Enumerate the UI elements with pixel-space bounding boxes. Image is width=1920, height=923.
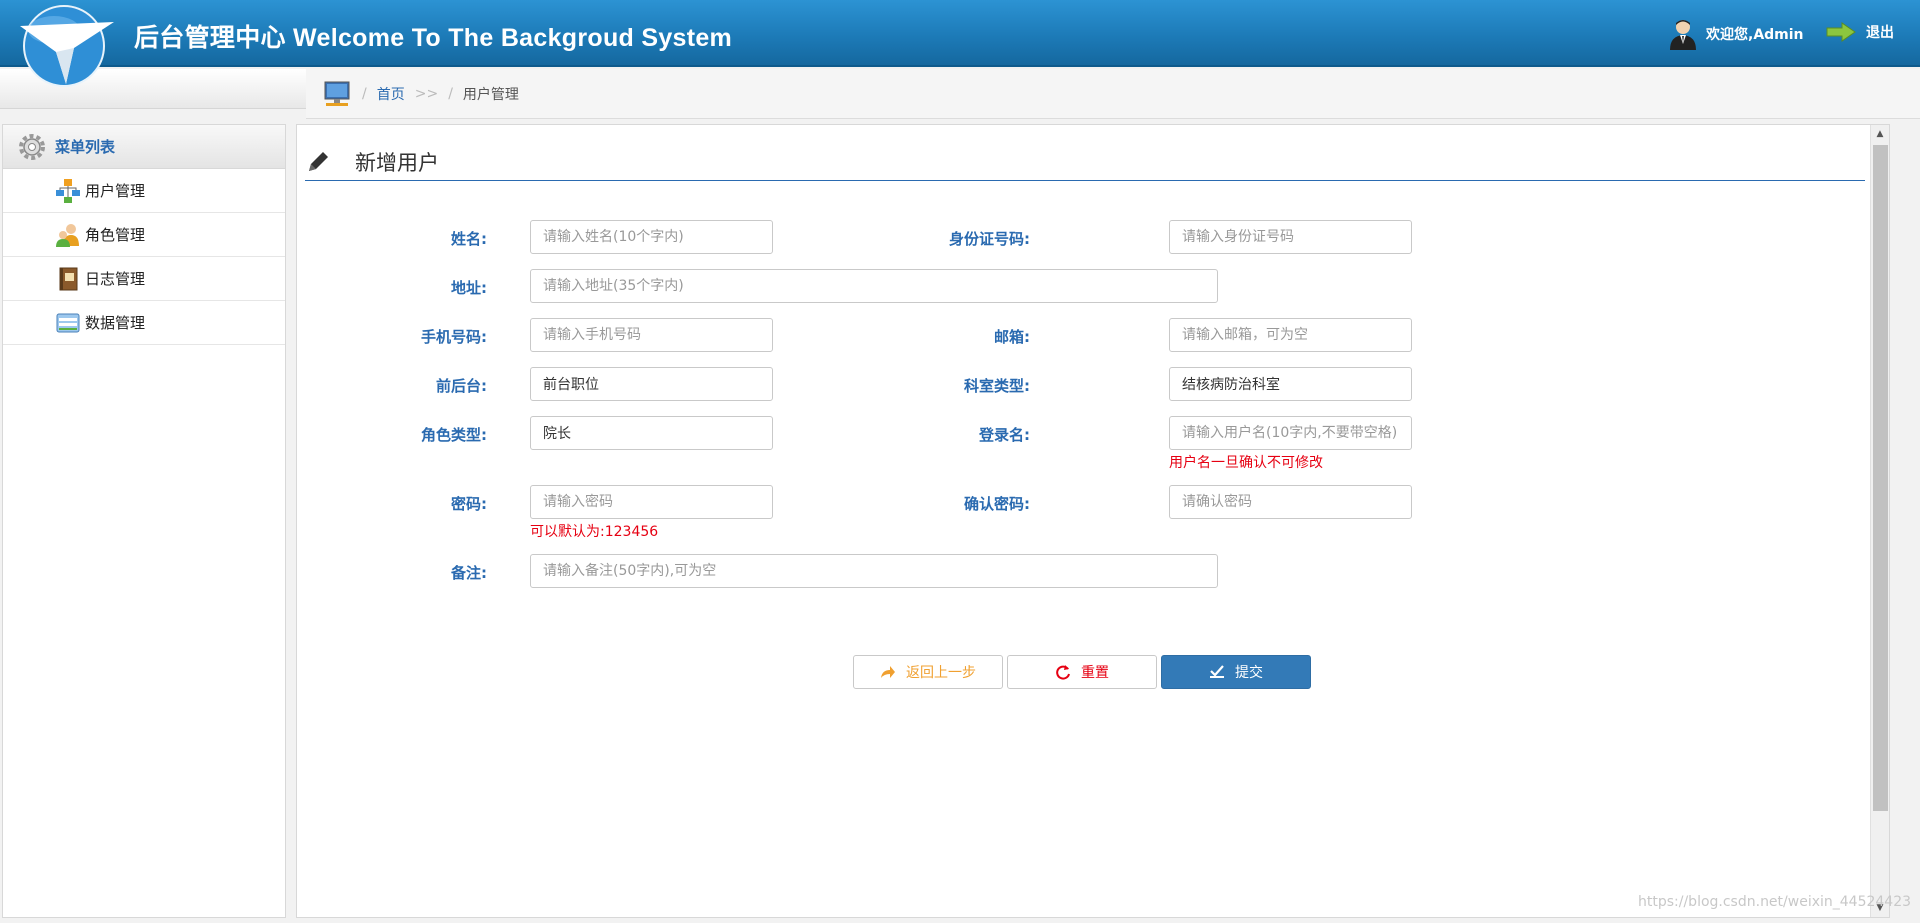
- breadcrumb: / 首页 >> / 用户管理: [306, 69, 1920, 119]
- menu-list-header[interactable]: 菜单列表: [3, 125, 285, 169]
- back-button[interactable]: 返回上一步: [853, 655, 1003, 689]
- breadcrumb-separator: /: [362, 85, 367, 102]
- id-card-label: 身份证号码:: [949, 230, 1030, 248]
- panel-title-bar: 新增用户: [305, 143, 1865, 181]
- computer-icon: [324, 81, 350, 106]
- form-title: 新增用户: [355, 150, 439, 175]
- role-manage-icon: [56, 223, 79, 247]
- sidebar-item-label: 用户管理: [85, 182, 146, 200]
- email-label: 邮箱:: [994, 328, 1030, 346]
- confirm-password-label: 确认密码:: [964, 495, 1030, 513]
- sidebar-item-data-management[interactable]: 数据管理: [3, 301, 285, 345]
- remark-input[interactable]: [530, 554, 1218, 588]
- arrow-right-icon: [1826, 22, 1856, 42]
- top-header: 后台管理中心 Welcome To The Backgroud System 欢…: [0, 0, 1920, 67]
- role-label: 角色类型:: [421, 426, 487, 444]
- breadcrumb-separator: /: [448, 85, 453, 102]
- role-input[interactable]: [530, 416, 773, 450]
- remark-label: 备注:: [451, 564, 487, 582]
- name-input[interactable]: [530, 220, 773, 254]
- password-input[interactable]: [530, 485, 773, 519]
- confirm-password-input[interactable]: [1169, 485, 1412, 519]
- phone-label: 手机号码:: [421, 328, 487, 346]
- department-label: 科室类型:: [964, 377, 1030, 395]
- submit-button-label: 提交: [1235, 665, 1263, 681]
- log-book-icon: [59, 267, 78, 290]
- user-info[interactable]: 欢迎您,Admin: [1668, 18, 1804, 50]
- address-input[interactable]: [530, 269, 1218, 303]
- admin-avatar-icon: [1670, 20, 1696, 50]
- watermark: https://blog.csdn.net/weixin_44524423: [1638, 894, 1912, 910]
- pencil-icon: [309, 151, 328, 171]
- data-manage-icon: [56, 313, 80, 332]
- vertical-scrollbar[interactable]: ▲ ▼: [1870, 125, 1889, 917]
- refresh-icon: [1056, 665, 1070, 680]
- sidebar-item-label: 角色管理: [85, 226, 146, 244]
- sidebar-item-role-management[interactable]: 角色管理: [3, 213, 285, 257]
- logo-icon: [20, 5, 114, 87]
- submit-button[interactable]: 提交: [1161, 655, 1311, 689]
- sidebar-item-label: 日志管理: [85, 270, 146, 288]
- password-hint: 可以默认为:123456: [530, 524, 659, 540]
- department-input[interactable]: [1169, 367, 1412, 401]
- phone-input[interactable]: [530, 318, 773, 352]
- system-title: 后台管理中心 Welcome To The Backgroud System: [134, 24, 733, 52]
- breadcrumb-current: 用户管理: [462, 86, 519, 103]
- id-card-input[interactable]: [1169, 220, 1412, 254]
- check-edit-icon: [1210, 665, 1224, 678]
- password-label: 密码:: [451, 495, 487, 513]
- sidebar-item-user-management[interactable]: 用户管理: [3, 169, 285, 213]
- scroll-thumb[interactable]: [1873, 145, 1888, 811]
- welcome-text: 欢迎您,Admin: [1706, 27, 1804, 43]
- login-name-hint: 用户名一旦确认不可修改: [1169, 455, 1323, 471]
- name-label: 姓名:: [451, 230, 487, 248]
- logout-button[interactable]: 退出: [1826, 22, 1894, 42]
- login-name-label: 登录名:: [979, 426, 1030, 444]
- front-back-input[interactable]: [530, 367, 773, 401]
- share-arrow-icon: [881, 666, 895, 678]
- menu-list-title: 菜单列表: [55, 138, 116, 156]
- email-input[interactable]: [1169, 318, 1412, 352]
- login-name-input[interactable]: [1169, 416, 1412, 450]
- scroll-up-arrow-icon[interactable]: ▲: [1871, 125, 1889, 143]
- breadcrumb-home-link[interactable]: 首页: [377, 84, 405, 104]
- main-panel: 新增用户 姓名: 身份证号码: 地址: 手机号码: 邮箱: 前后台: 科室类型:…: [296, 124, 1890, 918]
- sidebar: 菜单列表 用户管理 角色管理 日志管理 数据管理: [2, 124, 286, 918]
- front-back-label: 前后台:: [436, 377, 487, 395]
- breadcrumb-arrow: >>: [414, 85, 439, 102]
- logout-label: 退出: [1866, 25, 1894, 41]
- sidebar-item-log-management[interactable]: 日志管理: [3, 257, 285, 301]
- address-label: 地址:: [451, 279, 487, 297]
- reset-button[interactable]: 重置: [1007, 655, 1157, 689]
- user-manage-icon: [56, 178, 80, 203]
- reset-button-label: 重置: [1081, 665, 1109, 681]
- gear-icon: [19, 133, 45, 160]
- back-button-label: 返回上一步: [906, 665, 976, 681]
- sidebar-item-label: 数据管理: [85, 314, 146, 332]
